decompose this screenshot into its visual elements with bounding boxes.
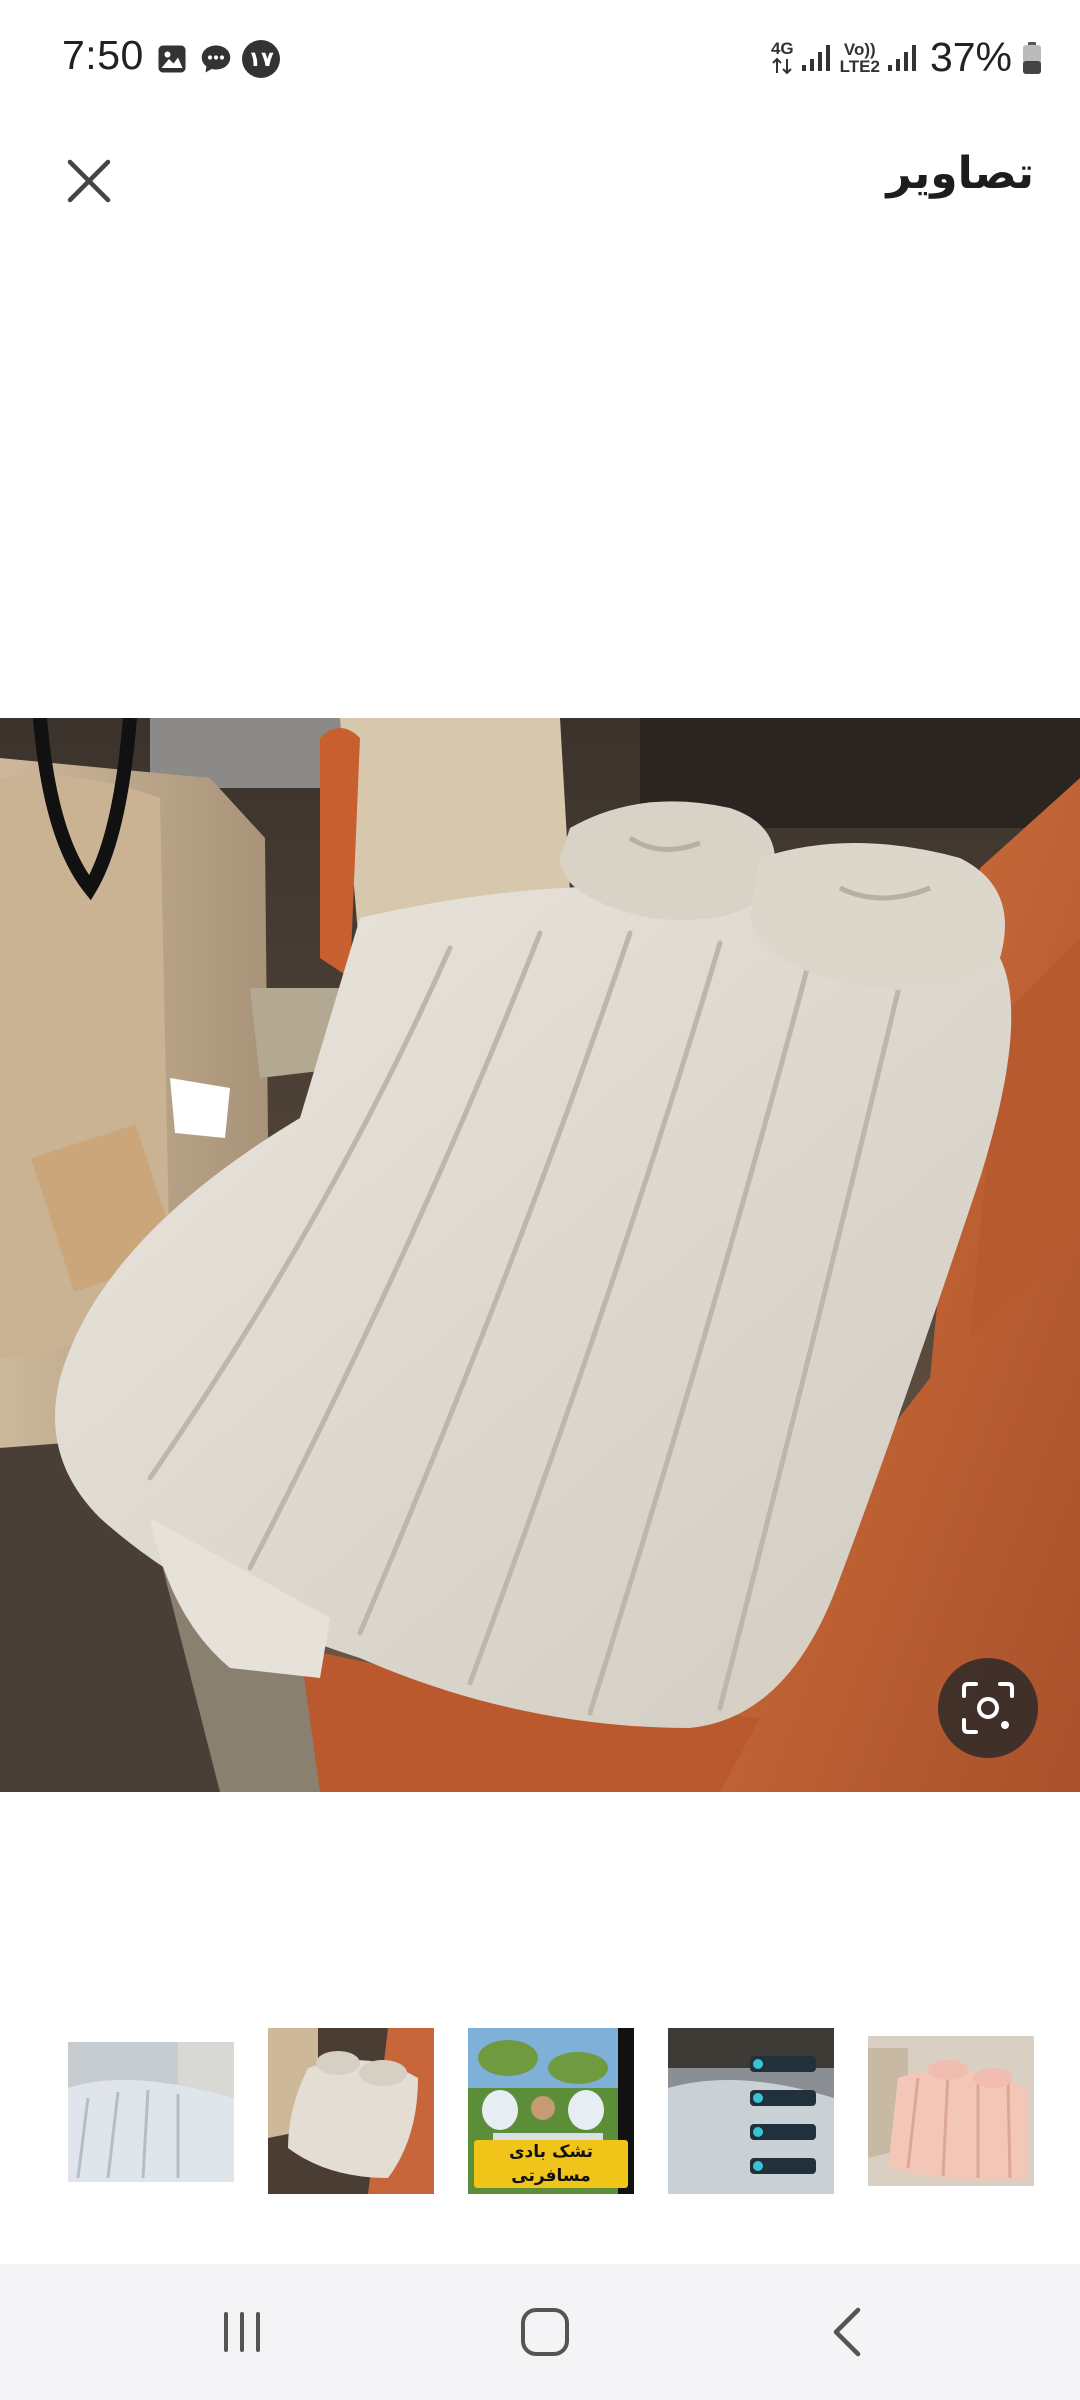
volte-label-bottom: LTE2 xyxy=(839,56,880,76)
status-right-icons: 4G Vo)) LTE2 37% xyxy=(771,34,1042,81)
image-viewer-screen: 7:50 ۱۷ 4G Vo)) LTE2 37% تصاویر تشک بادی… xyxy=(0,0,1080,2400)
network-type: 4G xyxy=(770,39,794,58)
home-icon xyxy=(521,2308,569,2356)
notification-badge: ۱۷ xyxy=(242,40,280,78)
visual-search-icon xyxy=(962,1682,1014,1734)
close-icon xyxy=(67,159,111,203)
battery-percent: 37% xyxy=(929,34,1012,80)
volte-indicator: Vo)) LTE2 xyxy=(840,41,880,75)
thumbnail-5-image xyxy=(868,2028,1034,2194)
thumbnail-4-image xyxy=(668,2028,834,2194)
mattress-photo xyxy=(0,718,1080,1792)
main-product-image[interactable] xyxy=(0,718,1080,1792)
battery-icon xyxy=(1023,41,1041,74)
back-icon xyxy=(833,2307,861,2357)
header: تصاویر xyxy=(0,118,1080,238)
status-left-icons: ۱۷ xyxy=(154,40,280,78)
thumbnail-3-caption: تشک بادی مسافرتی xyxy=(474,2140,628,2188)
thumbnail-strip: تشک بادی مسافرتی xyxy=(0,2028,1080,2198)
thumbnail-3[interactable]: تشک بادی مسافرتی xyxy=(468,2028,634,2194)
back-button[interactable] xyxy=(808,2294,888,2370)
signal-icon xyxy=(801,44,830,71)
close-button[interactable] xyxy=(58,150,120,212)
page-title: تصاویر xyxy=(886,149,1034,198)
status-time: 7:50 xyxy=(62,32,144,78)
thumbnail-2-image xyxy=(268,2028,434,2194)
recent-apps-icon xyxy=(224,2312,260,2352)
data-arrows-icon: 4G xyxy=(771,40,794,75)
signal-icon xyxy=(887,44,916,71)
status-bar: 7:50 ۱۷ 4G Vo)) LTE2 37% xyxy=(0,0,1080,118)
gallery-icon xyxy=(158,45,186,73)
thumbnail-1[interactable] xyxy=(68,2028,234,2194)
home-button[interactable] xyxy=(505,2294,585,2370)
thumbnail-2[interactable] xyxy=(268,2028,434,2194)
volte-label-top: Vo)) xyxy=(843,39,876,59)
thumbnail-4[interactable] xyxy=(668,2028,834,2194)
thumbnail-5[interactable] xyxy=(868,2028,1034,2194)
visual-search-button[interactable] xyxy=(938,1658,1038,1758)
system-nav-bar xyxy=(0,2264,1080,2400)
chat-icon xyxy=(201,45,231,73)
recent-apps-button[interactable] xyxy=(202,2294,282,2370)
thumbnail-1-image xyxy=(68,2028,234,2194)
